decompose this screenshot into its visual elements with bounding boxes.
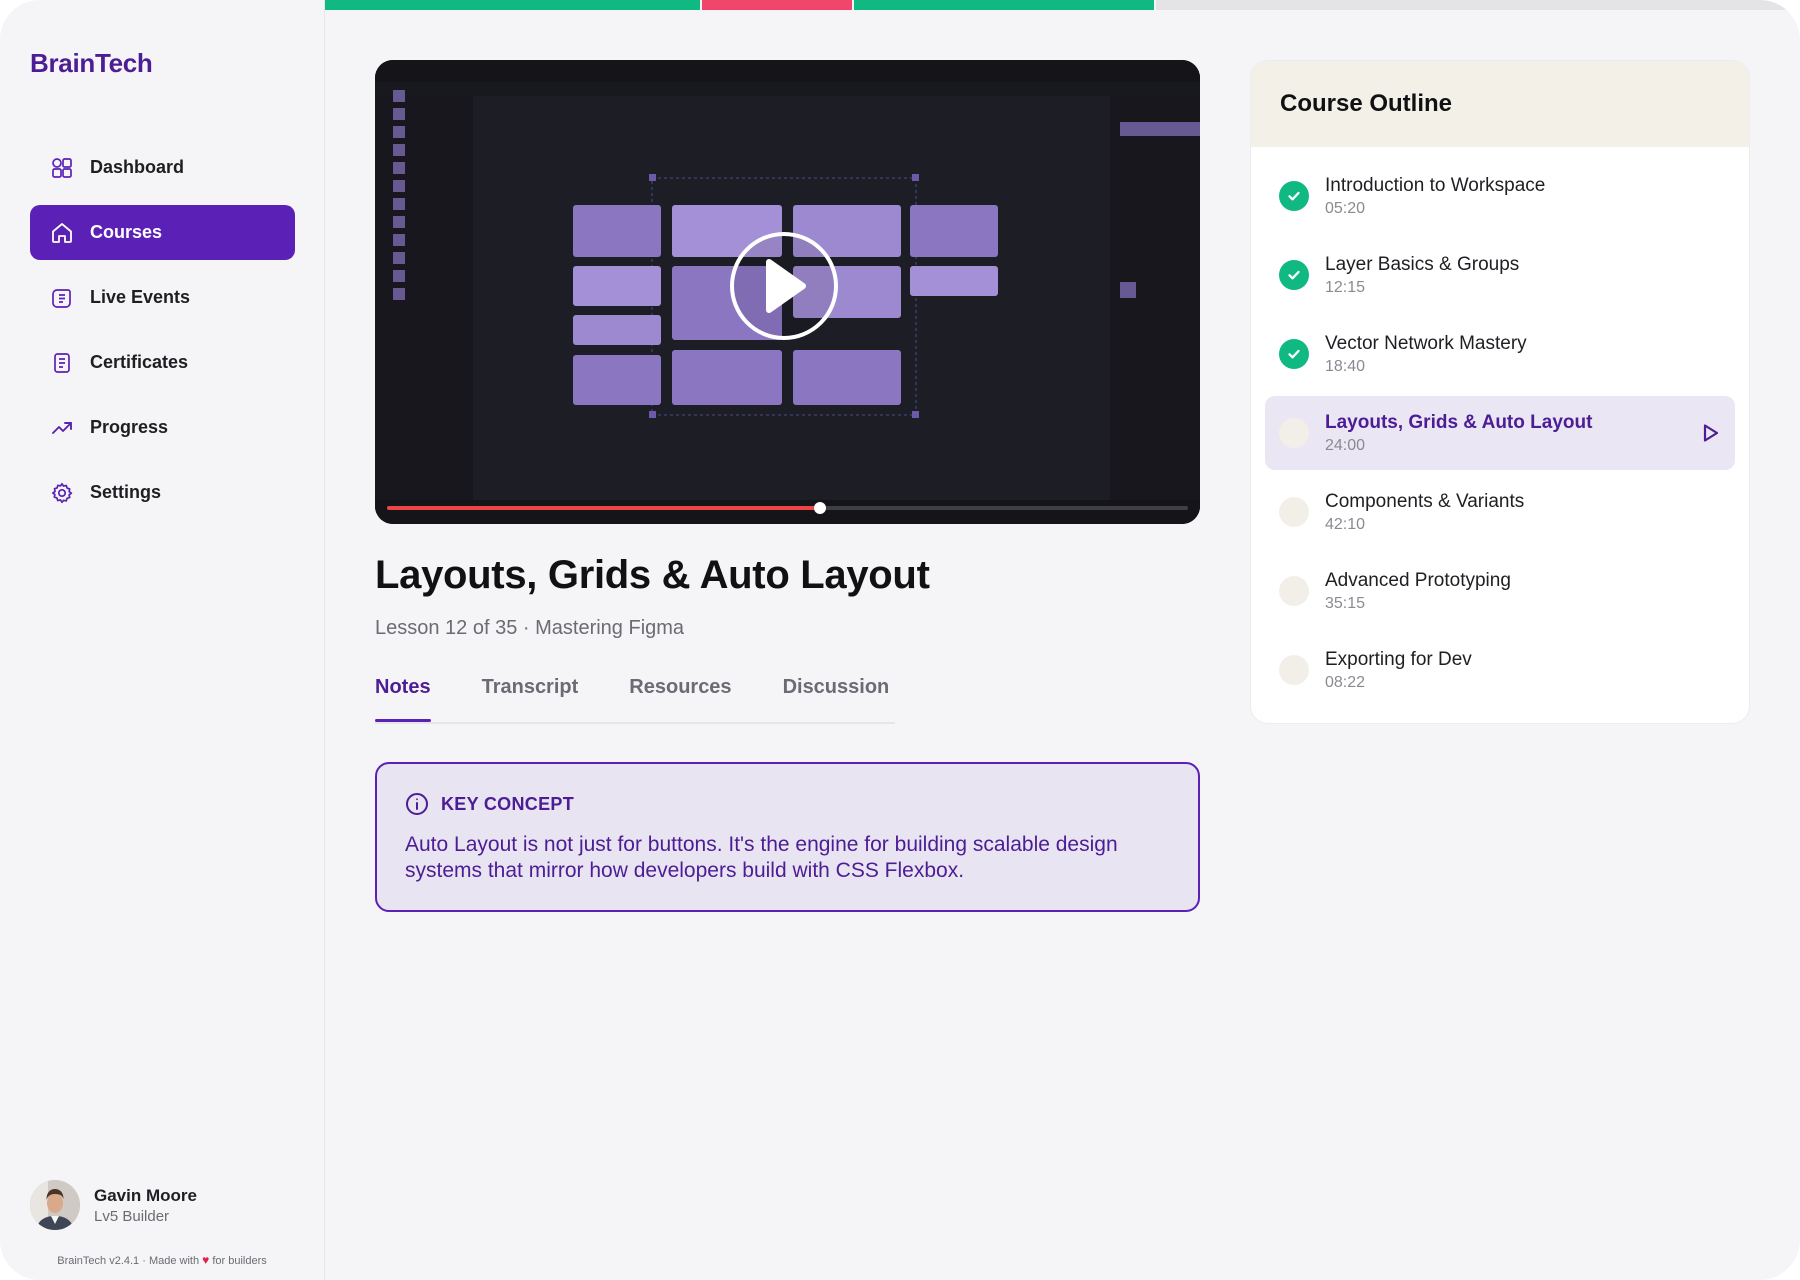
sidebar-item-label: Dashboard bbox=[90, 157, 185, 177]
video-scrubber-handle[interactable] bbox=[813, 502, 826, 514]
lesson-status-dot bbox=[1279, 497, 1309, 527]
completed-check-icon bbox=[1279, 260, 1309, 290]
callout-label: KEY CONCEPT bbox=[441, 793, 574, 814]
outline-header: Course Outline bbox=[1251, 61, 1749, 147]
footer-text: BrainTech v2.4.1 · Made with bbox=[57, 1255, 200, 1267]
lesson-title: Introduction to Workspace bbox=[1325, 174, 1546, 196]
trending-up-icon bbox=[50, 416, 74, 440]
sidebar-item-courses[interactable]: Courses bbox=[30, 205, 295, 260]
course-progress-bar bbox=[325, 0, 1800, 10]
completed-check-icon bbox=[1279, 339, 1309, 369]
lesson-item[interactable]: Exporting for Dev 08:22 bbox=[1265, 633, 1735, 707]
play-icon[interactable] bbox=[1699, 422, 1721, 444]
lesson-duration: 24:00 bbox=[1325, 436, 1366, 454]
lesson-list: Introduction to Workspace 05:20 Layer Ba… bbox=[1251, 147, 1749, 707]
lesson-item[interactable]: Layer Basics & Groups 12:15 bbox=[1265, 238, 1735, 312]
lesson-item[interactable]: Components & Variants 42:10 bbox=[1265, 475, 1735, 549]
lesson-title: Layer Basics & Groups bbox=[1325, 253, 1520, 275]
lesson-tabs: Notes Transcript Resources Discussion bbox=[375, 676, 895, 724]
lesson-item[interactable]: Vector Network Mastery 18:40 bbox=[1265, 317, 1735, 391]
lesson-title: Components & Variants bbox=[1325, 490, 1525, 512]
footer-note: BrainTech v2.4.1 · Made with ♥ for build… bbox=[0, 1253, 324, 1267]
lesson-status-dot bbox=[1279, 576, 1309, 606]
info-icon bbox=[405, 792, 429, 816]
dashboard-icon bbox=[50, 156, 74, 180]
tab-discussion[interactable]: Discussion bbox=[783, 676, 890, 720]
progress-segment bbox=[325, 0, 700, 10]
lesson-item-current[interactable]: Layouts, Grids & Auto Layout 24:00 bbox=[1265, 396, 1735, 470]
page-title: Layouts, Grids & Auto Layout bbox=[375, 553, 930, 597]
lesson-duration: 18:40 bbox=[1325, 357, 1366, 375]
lesson-duration: 05:20 bbox=[1325, 199, 1366, 217]
app-window: BrainTech Dashboard Courses Live Events … bbox=[0, 0, 1800, 1280]
sidebar-item-label: Certificates bbox=[90, 352, 189, 372]
lesson-duration: 08:22 bbox=[1325, 673, 1366, 691]
live-events-icon bbox=[50, 286, 74, 310]
sidebar-item-label: Progress bbox=[90, 417, 169, 437]
user-level: Lv5 Builder bbox=[94, 1207, 170, 1225]
progress-segment-remaining bbox=[1156, 0, 1800, 10]
tab-notes[interactable]: Notes bbox=[375, 676, 431, 722]
sidebar: BrainTech Dashboard Courses Live Events … bbox=[0, 0, 325, 1280]
lesson-subtitle: Lesson 12 of 35 · Mastering Figma bbox=[375, 617, 685, 639]
avatar bbox=[30, 1180, 80, 1230]
sidebar-item-progress[interactable]: Progress bbox=[30, 400, 295, 455]
sidebar-item-live-events[interactable]: Live Events bbox=[30, 270, 295, 325]
user-info: Gavin Moore Lv5 Builder bbox=[94, 1186, 197, 1225]
lesson-title: Vector Network Mastery bbox=[1325, 332, 1527, 354]
outline-title: Course Outline bbox=[1280, 90, 1453, 117]
lesson-title: Layouts, Grids & Auto Layout bbox=[1325, 411, 1593, 433]
lesson-duration: 35:15 bbox=[1325, 594, 1366, 612]
sidebar-item-label: Live Events bbox=[90, 287, 191, 307]
key-concept-callout: KEY CONCEPT Auto Layout is not just for … bbox=[375, 762, 1200, 912]
video-player[interactable] bbox=[375, 60, 1200, 524]
progress-segment bbox=[702, 0, 852, 10]
tab-resources[interactable]: Resources bbox=[629, 676, 731, 720]
lesson-status-dot bbox=[1279, 655, 1309, 685]
callout-header: KEY CONCEPT bbox=[405, 792, 1170, 816]
completed-check-icon bbox=[1279, 181, 1309, 211]
sidebar-nav: Dashboard Courses Live Events Certificat… bbox=[30, 140, 295, 530]
play-icon bbox=[766, 259, 806, 313]
tab-transcript[interactable]: Transcript bbox=[482, 676, 579, 720]
heart-icon: ♥ bbox=[202, 1253, 210, 1267]
app-logo[interactable]: BrainTech bbox=[30, 48, 153, 79]
sidebar-item-settings[interactable]: Settings bbox=[30, 465, 295, 520]
course-outline-panel: Course Outline Introduction to Workspace… bbox=[1250, 60, 1750, 724]
lesson-duration: 12:15 bbox=[1325, 278, 1366, 296]
lesson-item[interactable]: Advanced Prototyping 35:15 bbox=[1265, 554, 1735, 628]
video-progress-fill bbox=[387, 506, 820, 510]
gear-icon bbox=[50, 481, 74, 505]
user-profile[interactable]: Gavin Moore Lv5 Builder bbox=[30, 1180, 197, 1230]
certificate-icon bbox=[50, 351, 74, 375]
user-name: Gavin Moore bbox=[94, 1185, 197, 1205]
sidebar-item-label: Courses bbox=[90, 222, 163, 242]
callout-text: Auto Layout is not just for buttons. It'… bbox=[405, 833, 1118, 882]
home-icon bbox=[50, 221, 74, 245]
lesson-title: Exporting for Dev bbox=[1325, 648, 1472, 670]
lesson-title: Advanced Prototyping bbox=[1325, 569, 1511, 591]
sidebar-item-dashboard[interactable]: Dashboard bbox=[30, 140, 295, 195]
lesson-item[interactable]: Introduction to Workspace 05:20 bbox=[1265, 159, 1735, 233]
sidebar-item-certificates[interactable]: Certificates bbox=[30, 335, 295, 390]
video-progress-bar[interactable] bbox=[387, 502, 1188, 514]
footer-text: for builders bbox=[212, 1255, 267, 1267]
sidebar-item-label: Settings bbox=[90, 482, 162, 502]
play-button[interactable] bbox=[730, 232, 838, 340]
progress-segment bbox=[854, 0, 1154, 10]
lesson-duration: 42:10 bbox=[1325, 515, 1366, 533]
lesson-status-dot bbox=[1279, 418, 1309, 448]
